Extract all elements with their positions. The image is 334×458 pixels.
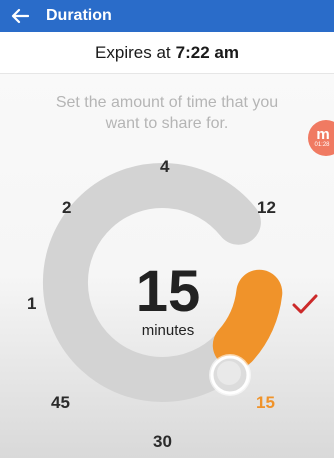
dial-label-12[interactable]: 12 (257, 199, 276, 217)
dial-label-2[interactable]: 2 (62, 199, 71, 217)
dial-label-15[interactable]: 15 (256, 394, 275, 412)
dial-label-45[interactable]: 45 (51, 394, 70, 412)
selected-duration-value: 15 (135, 259, 201, 324)
dial-label-1[interactable]: 1 (27, 295, 36, 313)
selected-duration-unit: minutes (141, 322, 195, 339)
dial-selected-arc (212, 269, 283, 369)
confirm-button[interactable] (291, 292, 319, 316)
duration-dial[interactable] (0, 0, 334, 458)
dial-label-30[interactable]: 30 (153, 433, 172, 451)
dial-label-4[interactable]: 4 (160, 158, 169, 176)
dial-handle[interactable] (209, 354, 251, 396)
checkmark-icon (292, 294, 318, 314)
duration-screen: Duration Expires at 7:22 am Set the amou… (0, 0, 334, 458)
